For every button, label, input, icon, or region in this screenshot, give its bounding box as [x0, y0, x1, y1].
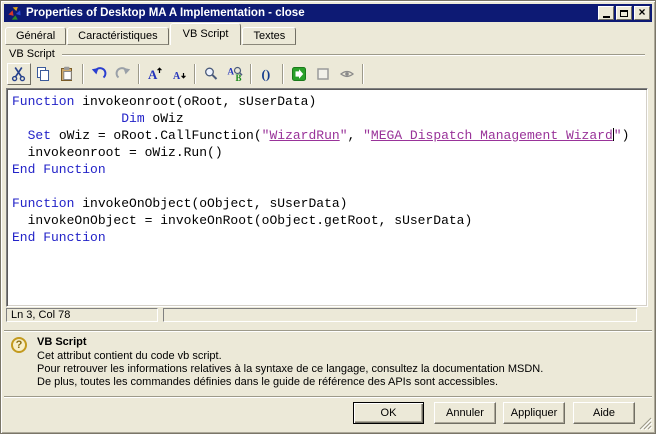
- code-area: Function invokeonroot(oRoot, sUserData) …: [12, 93, 642, 246]
- help-line: De plus, toutes les commandes définies d…: [37, 376, 543, 389]
- tab-general[interactable]: Général: [5, 27, 66, 45]
- frame-icon: [315, 66, 331, 82]
- apply-button[interactable]: Appliquer: [503, 402, 565, 424]
- tab-vb-script[interactable]: VB Script: [170, 23, 242, 45]
- help-separator-line: [4, 330, 652, 332]
- tab-textes[interactable]: Textes: [242, 27, 296, 45]
- svg-text:A: A: [148, 67, 158, 82]
- help-title: VB Script: [37, 336, 543, 348]
- run-script-button[interactable]: [287, 63, 311, 85]
- code-line: Set oWiz = oRoot.CallFunction("WizardRun…: [12, 127, 642, 144]
- svg-text:A: A: [228, 67, 235, 77]
- editor-status-bar: Ln 3, Col 78: [6, 308, 648, 322]
- increase-font-icon: A: [147, 66, 163, 82]
- minimize-button[interactable]: [598, 6, 614, 20]
- title-bar: Properties of Desktop MA A Implementatio…: [4, 4, 652, 22]
- maximize-icon: [620, 10, 628, 17]
- editor-toolbar: A A A B: [7, 62, 367, 86]
- frame-button[interactable]: [311, 63, 335, 85]
- copy-icon: [35, 66, 51, 82]
- buttons-separator-line: [4, 396, 652, 398]
- code-line: invokeOnObject = invokeOnRoot(oObject.ge…: [12, 212, 642, 229]
- toolbar-separator: [282, 64, 284, 84]
- code-line: End Function: [12, 229, 642, 246]
- close-icon: ×: [638, 6, 645, 18]
- redo-icon: [115, 66, 131, 82]
- toolbar-separator: [82, 64, 84, 84]
- resize-grip[interactable]: [639, 417, 652, 430]
- copy-button[interactable]: [31, 63, 55, 85]
- status-extra-panel: [163, 308, 637, 322]
- properties-dialog: Properties of Desktop MA A Implementatio…: [0, 0, 656, 434]
- decrease-font-icon: A: [171, 66, 187, 82]
- run-icon: [291, 66, 307, 82]
- replace-icon: A B: [227, 66, 243, 82]
- paste-button[interactable]: [55, 63, 79, 85]
- redo-button[interactable]: [111, 63, 135, 85]
- mega-app-icon: [7, 6, 22, 21]
- help-line: Pour retrouver les informations relative…: [37, 363, 543, 376]
- help-button[interactable]: Aide: [573, 402, 635, 424]
- svg-text:A: A: [173, 71, 181, 82]
- vbscript-code-editor[interactable]: Function invokeonroot(oRoot, sUserData) …: [6, 88, 648, 307]
- svg-text:(): (): [262, 67, 271, 82]
- help-line: Cet attribut contient du code vb script.: [37, 350, 543, 363]
- window-title: Properties of Desktop MA A Implementatio…: [26, 7, 596, 19]
- find-icon: [203, 66, 219, 82]
- help-text-block: VB Script Cet attribut contient du code …: [37, 336, 543, 389]
- minimize-icon: [603, 16, 610, 18]
- close-button[interactable]: ×: [634, 6, 650, 20]
- preview-button[interactable]: [335, 63, 359, 85]
- toolbar-separator: [138, 64, 140, 84]
- increase-font-button[interactable]: A: [143, 63, 167, 85]
- code-line: Function invokeOnObject(oObject, sUserDa…: [12, 195, 642, 212]
- cursor-position-status: Ln 3, Col 78: [6, 308, 158, 322]
- group-separator-line: [62, 54, 645, 56]
- help-question-icon: ?: [11, 337, 27, 353]
- code-line: Function invokeonroot(oRoot, sUserData): [12, 93, 642, 110]
- paste-icon: [59, 66, 75, 82]
- toolbar-separator: [362, 64, 364, 84]
- tab-caracteristiques[interactable]: Caractéristiques: [67, 27, 168, 45]
- brackets-icon: (): [259, 66, 275, 82]
- undo-button[interactable]: [87, 63, 111, 85]
- replace-button[interactable]: A B: [223, 63, 247, 85]
- cancel-button[interactable]: Annuler: [434, 402, 496, 424]
- cut-icon: [11, 66, 27, 82]
- tab-strip: Général Caractéristiques VB Script Texte…: [5, 23, 297, 45]
- maximize-button[interactable]: [616, 6, 632, 20]
- vbscript-group-header: VB Script: [9, 48, 645, 60]
- toolbar-separator: [250, 64, 252, 84]
- decrease-font-button[interactable]: A: [167, 63, 191, 85]
- code-line: invokeonroot = oWiz.Run(): [12, 144, 642, 161]
- undo-icon: [91, 66, 107, 82]
- code-line: [12, 178, 642, 195]
- ok-button[interactable]: OK: [353, 402, 424, 424]
- cut-button[interactable]: [7, 63, 31, 85]
- eye-icon: [339, 66, 355, 82]
- attribute-help-panel: ? VB Script Cet attribut contient du cod…: [9, 336, 645, 389]
- brackets-button[interactable]: (): [255, 63, 279, 85]
- code-line: Dim oWiz: [12, 110, 642, 127]
- code-line: End Function: [12, 161, 642, 178]
- toolbar-separator: [194, 64, 196, 84]
- group-label: VB Script: [9, 48, 55, 60]
- find-button[interactable]: [199, 63, 223, 85]
